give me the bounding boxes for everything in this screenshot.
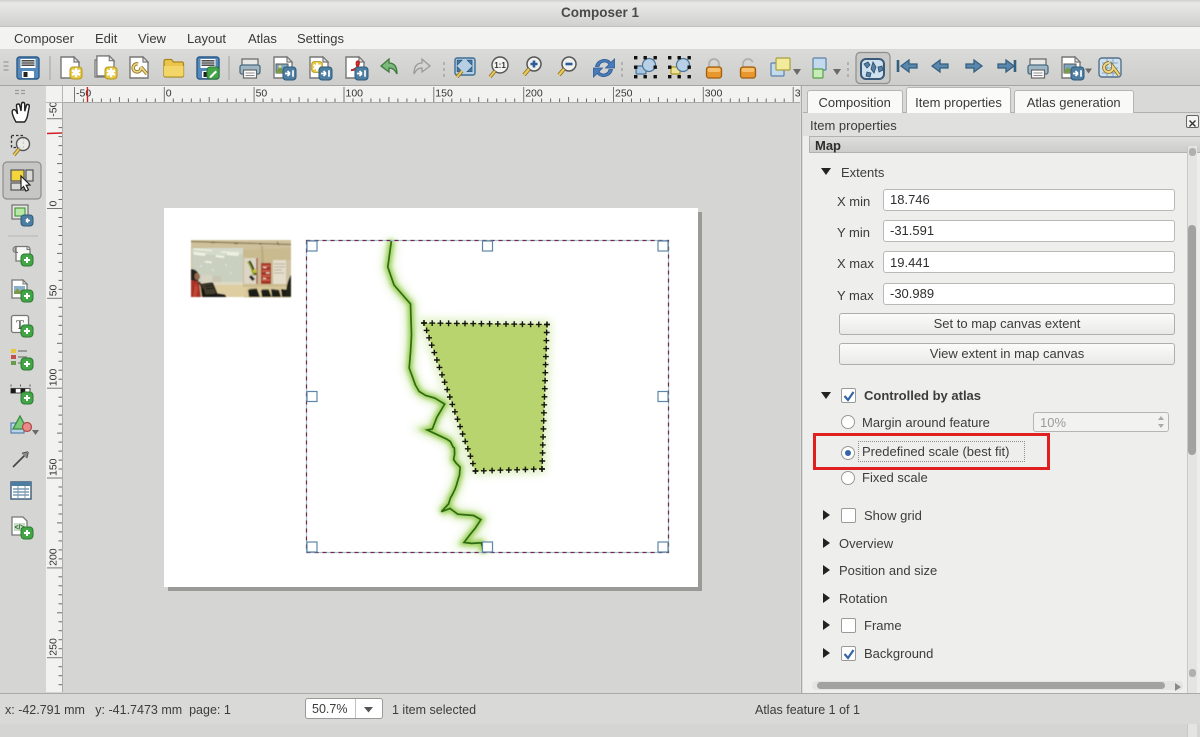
- svg-text:150: 150: [47, 458, 59, 476]
- svg-text:-50: -50: [76, 88, 91, 100]
- svg-text:100: 100: [47, 369, 59, 387]
- svg-text:150: 150: [435, 88, 453, 100]
- svg-text:200: 200: [525, 88, 543, 100]
- svg-text:0: 0: [166, 88, 172, 100]
- svg-text:200: 200: [47, 548, 59, 566]
- svg-text:250: 250: [47, 638, 59, 656]
- svg-text:50: 50: [256, 88, 268, 100]
- svg-text:-50: -50: [47, 103, 59, 117]
- svg-text:250: 250: [615, 88, 633, 100]
- svg-text:1:1: 1:1: [494, 61, 506, 70]
- svg-text:300: 300: [705, 88, 723, 100]
- svg-text:50: 50: [47, 284, 59, 296]
- svg-text:0: 0: [47, 201, 59, 207]
- svg-text:100: 100: [346, 88, 364, 100]
